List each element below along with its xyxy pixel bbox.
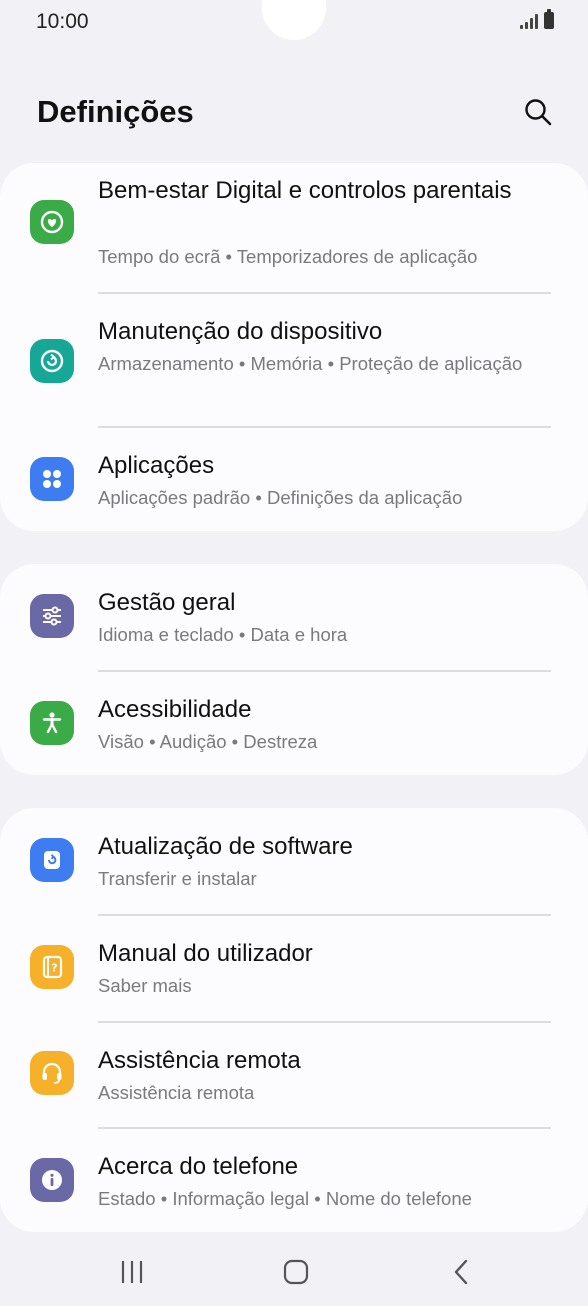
item-title: Acerca do telefone [98,1153,299,1180]
item-title: Atualização de software [98,833,353,860]
item-subtitle: Idioma e teclado • Data e hora [98,624,348,645]
item-subtitle: Visão • Audição • Destreza [98,731,318,752]
settings-item-software-update[interactable]: Atualização de software Transferir e ins… [0,808,588,914]
item-title: Acessibilidade [98,696,252,723]
home-button[interactable] [266,1252,326,1292]
header: Definições [0,80,588,150]
item-title: Manutenção do dispositivo [98,318,383,345]
status-time: 10:00 [36,10,89,33]
settings-group-1: Bem-estar Digital e controlos parentais … [0,163,588,531]
settings-item-accessibility[interactable]: Acessibilidade Visão • Audição • Destrez… [0,671,588,775]
navigation-bar [0,1240,588,1306]
signal-icon [520,13,538,29]
settings-item-user-manual[interactable]: ? Manual do utilizador Saber mais [0,915,588,1021]
page-title: Definições [37,94,194,129]
item-title: Manual do utilizador [98,940,313,967]
about-phone-icon [30,1158,74,1202]
item-title: Assistência remota [98,1047,301,1074]
search-icon [525,99,552,126]
device-care-icon [30,339,74,383]
search-button[interactable] [518,92,558,132]
item-subtitle: Aplicações padrão • Definições da aplica… [98,487,463,508]
software-update-icon [30,838,74,882]
item-title: Gestão geral [98,589,236,616]
settings-item-remote-support[interactable]: Assistência remota Assistência remota [0,1022,588,1128]
remote-support-icon [30,1051,74,1095]
item-title: Aplicações [98,452,215,479]
svg-text:?: ? [51,962,57,975]
item-subtitle: Saber mais [98,975,192,996]
item-subtitle: Assistência remota [98,1082,255,1103]
item-title: Bem-estar Digital e controlos parentais [98,177,512,204]
back-icon [454,1259,468,1285]
recents-button[interactable] [102,1252,162,1292]
home-icon [283,1259,309,1285]
general-management-icon [30,594,74,638]
item-subtitle: Tempo do ecrã • Temporizadores de aplica… [98,246,478,267]
status-bar: 10:00 [0,0,588,44]
camera-notch [262,0,326,40]
settings-item-general-management[interactable]: Gestão geral Idioma e teclado • Data e h… [0,564,588,670]
battery-icon [544,9,554,29]
item-subtitle: Armazenamento • Memória • Proteção de ap… [98,353,523,374]
settings-item-about-phone[interactable]: Acerca do telefone Estado • Informação l… [0,1128,588,1232]
settings-item-digital-wellbeing[interactable]: Bem-estar Digital e controlos parentais … [0,163,588,293]
settings-item-device-care[interactable]: Manutenção do dispositivo Armazenamento … [0,294,588,427]
settings-group-3: Atualização de software Transferir e ins… [0,808,588,1232]
recents-icon [121,1261,143,1283]
user-manual-icon: ? [30,945,74,989]
back-button[interactable] [432,1252,492,1292]
settings-item-apps[interactable]: Aplicações Aplicações padrão • Definiçõe… [0,428,588,531]
status-icons [520,9,554,29]
apps-icon [30,457,74,501]
item-subtitle: Transferir e instalar [98,868,257,889]
digital-wellbeing-icon [30,200,74,244]
settings-group-2: Gestão geral Idioma e teclado • Data e h… [0,564,588,775]
accessibility-icon [30,701,74,745]
item-subtitle: Estado • Informação legal • Nome do tele… [98,1188,472,1209]
